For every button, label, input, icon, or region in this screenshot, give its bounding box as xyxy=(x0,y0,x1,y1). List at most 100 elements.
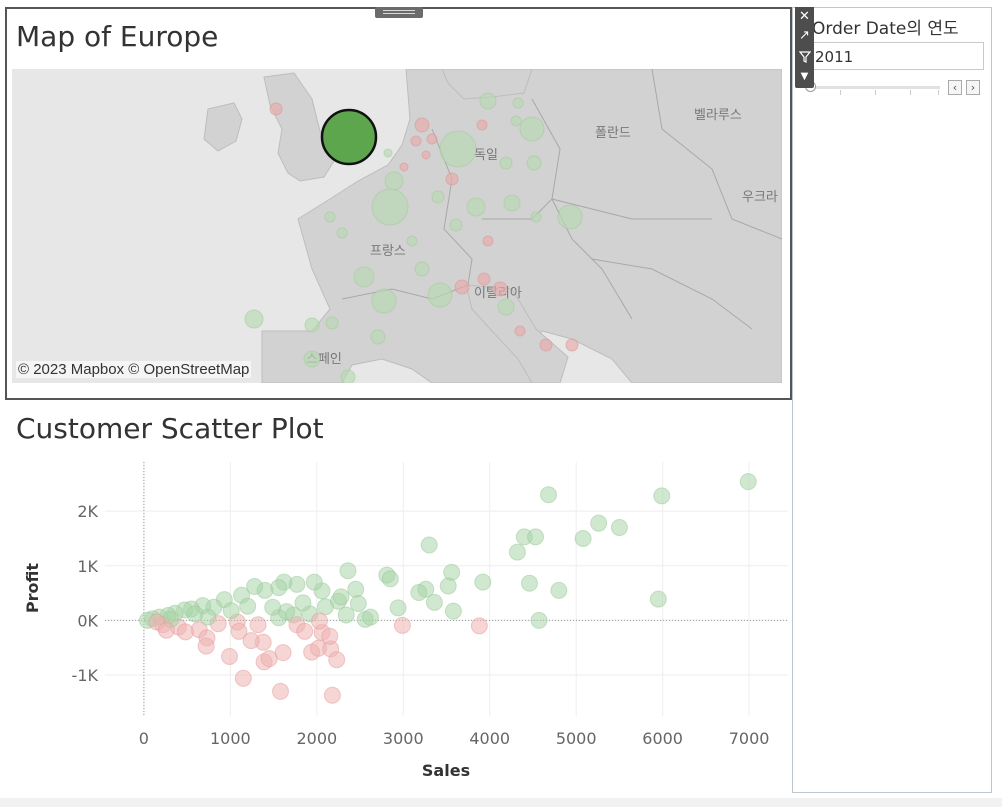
pop-out-icon[interactable]: ↗ xyxy=(795,26,814,45)
scatter-point[interactable] xyxy=(425,593,443,611)
chevron-right-icon[interactable]: › xyxy=(966,80,980,95)
scatter-point[interactable] xyxy=(470,617,488,635)
map-bubble[interactable] xyxy=(269,102,283,116)
year-slider-track[interactable] xyxy=(806,86,940,89)
map-bubble[interactable] xyxy=(539,338,553,352)
map-bubble[interactable] xyxy=(406,235,418,247)
map-bubble[interactable] xyxy=(503,194,521,212)
scatter-point[interactable] xyxy=(347,580,365,598)
scatter-point[interactable] xyxy=(305,573,323,591)
map-bubble[interactable] xyxy=(530,211,542,223)
map-bubble[interactable] xyxy=(427,282,453,308)
map-bubble[interactable] xyxy=(431,190,445,204)
scatter-point[interactable] xyxy=(439,577,457,595)
close-icon[interactable]: ✕ xyxy=(795,7,814,26)
map-bubble[interactable] xyxy=(466,197,486,217)
map-bubble[interactable] xyxy=(512,97,524,109)
map-bubble[interactable] xyxy=(410,135,422,147)
map-bubble[interactable] xyxy=(510,115,522,127)
scatter-point[interactable] xyxy=(574,529,592,547)
scatter-point[interactable] xyxy=(249,616,267,634)
map-bubble[interactable] xyxy=(336,227,348,239)
scatter-point[interactable] xyxy=(410,584,428,602)
scatter-point[interactable] xyxy=(294,594,312,612)
scatter-point[interactable] xyxy=(157,621,175,639)
map-bubble[interactable] xyxy=(370,329,386,345)
map-bubble[interactable] xyxy=(482,235,494,247)
map-bubble[interactable] xyxy=(557,204,583,230)
map-bubble[interactable] xyxy=(477,272,491,286)
scatter-point[interactable] xyxy=(310,612,328,630)
map-bubble[interactable] xyxy=(383,148,393,158)
drag-handle-icon[interactable] xyxy=(375,7,423,18)
map-bubble[interactable] xyxy=(384,171,404,191)
scatter-point[interactable] xyxy=(550,581,568,599)
map-bubble[interactable] xyxy=(303,350,321,368)
scatter-point[interactable] xyxy=(393,616,411,634)
scatter-point[interactable] xyxy=(242,632,260,650)
map-bubble[interactable] xyxy=(514,325,526,337)
map-bubble[interactable] xyxy=(565,338,579,352)
scatter-point[interactable] xyxy=(332,588,350,606)
scatter-point[interactable] xyxy=(339,562,357,580)
scatter-point[interactable] xyxy=(649,590,667,608)
filter-icon[interactable] xyxy=(795,47,814,66)
map-bubble[interactable] xyxy=(526,155,542,171)
scatter-point[interactable] xyxy=(272,682,290,700)
map-bubble[interactable] xyxy=(445,172,459,186)
map-bubble[interactable] xyxy=(426,133,438,145)
scatter-point[interactable] xyxy=(474,573,492,591)
map-bubble[interactable] xyxy=(497,298,515,316)
scatter-point[interactable] xyxy=(328,651,346,669)
scatter-point[interactable] xyxy=(197,637,215,655)
map-bubble[interactable] xyxy=(353,266,375,288)
scatter-point[interactable] xyxy=(739,473,757,491)
scatter-points[interactable] xyxy=(138,473,757,704)
scatter-point[interactable] xyxy=(274,644,292,662)
scatter-point[interactable] xyxy=(239,597,257,615)
map-bubble[interactable] xyxy=(492,281,508,297)
scatter-point[interactable] xyxy=(389,599,407,617)
scatter-point[interactable] xyxy=(264,598,282,616)
scatter-point[interactable] xyxy=(420,536,438,554)
scatter-point[interactable] xyxy=(444,602,462,620)
map-bubble[interactable] xyxy=(449,218,463,232)
map-canvas[interactable]: 폴란드 벨라루스 독일 우크라 프랑스 이탈리아 스페인 xyxy=(12,69,782,383)
scatter-point[interactable] xyxy=(349,594,367,612)
more-options-icon[interactable]: ▼ xyxy=(795,67,814,86)
scatter-chart[interactable]: 0 1000 2000 3000 4000 5000 6000 7000 -1K0K1K2K … xyxy=(0,400,792,790)
scatter-point[interactable] xyxy=(520,574,538,592)
scatter-point[interactable] xyxy=(361,608,379,626)
map-bubble[interactable] xyxy=(499,156,513,170)
scatter-point[interactable] xyxy=(653,487,671,505)
scatter-point[interactable] xyxy=(186,605,204,623)
map-bubble[interactable] xyxy=(244,309,264,329)
scatter-point[interactable] xyxy=(540,486,558,504)
scatter-point[interactable] xyxy=(381,570,399,588)
map-bubble[interactable] xyxy=(421,150,431,160)
scatter-point[interactable] xyxy=(234,669,252,687)
scatter-point[interactable] xyxy=(337,606,355,624)
scatter-point[interactable] xyxy=(508,543,526,561)
scatter-point[interactable] xyxy=(316,598,334,616)
scatter-point[interactable] xyxy=(323,686,341,704)
scatter-point[interactable] xyxy=(590,514,608,532)
scatter-point[interactable] xyxy=(270,579,288,597)
selected-map-bubble[interactable] xyxy=(320,108,378,166)
map-bubble[interactable] xyxy=(399,162,409,172)
map-bubble[interactable] xyxy=(371,188,409,226)
scatter-point[interactable] xyxy=(222,602,240,620)
map-bubble[interactable] xyxy=(414,261,430,277)
map-bubble[interactable] xyxy=(519,116,545,142)
map-bubble[interactable] xyxy=(371,288,397,314)
map-bubble[interactable] xyxy=(325,316,339,330)
map-bubble[interactable] xyxy=(479,92,497,110)
map-bubble[interactable] xyxy=(340,369,356,383)
europe-map[interactable]: 폴란드 벨라루스 독일 우크라 프랑스 이탈리아 스페인 xyxy=(12,69,782,383)
map-bubble[interactable] xyxy=(439,130,477,168)
scatter-point[interactable] xyxy=(530,611,548,629)
map-bubble[interactable] xyxy=(476,119,488,131)
map-bubble[interactable] xyxy=(454,279,470,295)
scatter-point[interactable] xyxy=(176,623,194,641)
scatter-point[interactable] xyxy=(296,622,314,640)
